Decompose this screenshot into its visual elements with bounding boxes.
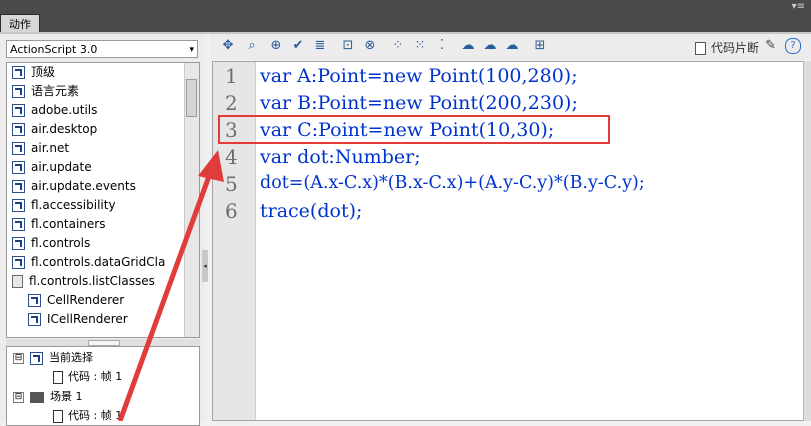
toolbox-item[interactable]: air.update [12,158,92,177]
class-icon [28,294,41,307]
package-icon [12,142,25,155]
tab-actions[interactable]: 动作 [0,14,40,34]
snippet-icon [694,42,706,55]
toolbox-item[interactable]: fl.containers [12,215,105,234]
toolbox-item[interactable]: fl.controls [12,234,90,253]
toolbox-item[interactable]: air.desktop [12,120,97,139]
package-icon [12,218,25,231]
package-icon [12,66,25,79]
actions-toolbar: ✥ ⌕ ⊕ ✔ ≣ ⊡ ⊗ ⁘ ⁙ ⁚ ☁ ☁ ☁ ⊞ 代码片断 ✎ ? [210,34,811,60]
remove-comment-icon[interactable]: ☁ [504,38,520,54]
package-icon [12,180,25,193]
actions-toolbox: 顶级 语言元素 adobe.utils air.desktop air.net … [6,62,200,338]
toolbox-scrollbar[interactable] [184,63,199,337]
scene-icon [30,391,44,403]
check-syntax-icon[interactable]: ✔ [290,38,306,54]
panel-menu-icon[interactable]: ▾≡ [792,1,805,12]
class-icon [28,313,41,326]
frame-icon [53,370,63,384]
package-icon [12,256,25,269]
collapse-selection-icon[interactable]: ⁙ [412,38,428,54]
scrollbar-thumb[interactable] [186,79,197,117]
package-icon [12,199,25,212]
help-icon[interactable]: ? [785,38,801,54]
chevron-down-icon: ▾ [189,45,194,55]
debug-options-icon[interactable]: ⊗ [362,38,378,54]
toolbox-item[interactable]: fl.controls.listClasses [12,272,155,291]
nav-item[interactable]: ⊟ 场景 1 [13,388,83,406]
toolbox-item[interactable]: air.net [12,139,69,158]
package-icon [12,161,25,174]
line-number: 4 [225,145,238,169]
collapse-between-braces-icon[interactable]: ⁘ [390,38,406,54]
find-icon[interactable]: ⌕ [244,38,260,54]
package-icon [12,123,25,136]
code-line[interactable]: var B:Point=new Point(200,230); [260,92,578,114]
apply-line-comment-icon[interactable]: ☁ [482,38,498,54]
line-number: 2 [225,91,238,115]
script-editor[interactable]: 1 2 3 4 5 6 var A:Point=new Point(100,28… [212,61,804,421]
line-number-gutter: 1 2 3 4 5 6 [213,62,256,420]
nav-item[interactable]: ⊟ 当前选择 [13,349,93,367]
selection-icon [30,351,43,365]
collapse-icon[interactable]: ⊟ [13,352,24,364]
expand-all-icon[interactable]: ⁚ [434,38,450,54]
line-number: 5 [225,172,238,196]
code-line[interactable]: dot=(A.x-C.x)*(B.x-C.x)+(A.y-C.y)*(B.y-C… [260,173,645,193]
package-icon [12,237,25,250]
book-icon [12,275,23,288]
language-select[interactable]: ActionScript 3.0 ▾ [6,40,198,58]
nav-item[interactable]: 代码 : 帧 1 [53,368,122,386]
toolbox-item[interactable]: CellRenderer [28,291,124,310]
nav-item[interactable]: 代码 : 帧 1 [53,407,122,425]
show-hide-toolbox-icon[interactable]: ⊞ [532,38,548,54]
code-line[interactable]: var dot:Number; [260,146,421,168]
line-number: 1 [225,64,238,88]
toolbox-item[interactable]: fl.accessibility [12,196,116,215]
package-icon [12,104,25,117]
show-code-hint-icon[interactable]: ⊡ [340,38,356,54]
line-number: 3 [225,118,238,142]
panel-splitter[interactable] [6,339,200,346]
apply-block-comment-icon[interactable]: ☁ [460,38,476,54]
toolbox-item[interactable]: 顶级 [12,63,55,82]
code-snippets-button[interactable]: 代码片断 [694,39,759,56]
insert-target-path-icon[interactable]: ⊕ [268,38,284,54]
editor-scrollbar[interactable] [803,61,811,421]
toolbox-item[interactable]: fl.controls.dataGridCla [12,253,165,272]
left-panel: ActionScript 3.0 ▾ 顶级 语言元素 adobe.utils a… [0,34,205,426]
toolbox-item[interactable]: air.update.events [12,177,136,196]
line-number: 6 [225,199,238,223]
script-navigator: ⊟ 当前选择 代码 : 帧 1 ⊟ 场景 1 代码 : 帧 1 [6,346,200,426]
collapse-icon[interactable]: ⊟ [13,391,24,403]
collapse-panel-handle[interactable]: ◂ [202,250,208,282]
language-select-value: ActionScript 3.0 [10,43,98,56]
add-statement-icon[interactable]: ✥ [220,38,236,54]
code-line[interactable]: var A:Point=new Point(100,280); [260,65,578,87]
code-line[interactable]: trace(dot); [260,200,362,222]
package-icon [12,85,25,98]
toolbox-item[interactable]: adobe.utils [12,101,97,120]
panel-title-bar: 动作 ▾≡ [0,0,811,34]
toolbox-item[interactable]: 语言元素 [12,82,79,101]
toolbox-item[interactable]: ICellRenderer [28,310,128,329]
code-line[interactable]: var C:Point=new Point(10,30); [260,119,554,141]
auto-format-icon[interactable]: ≣ [312,38,328,54]
script-assist-icon[interactable]: ✎ [765,38,776,53]
